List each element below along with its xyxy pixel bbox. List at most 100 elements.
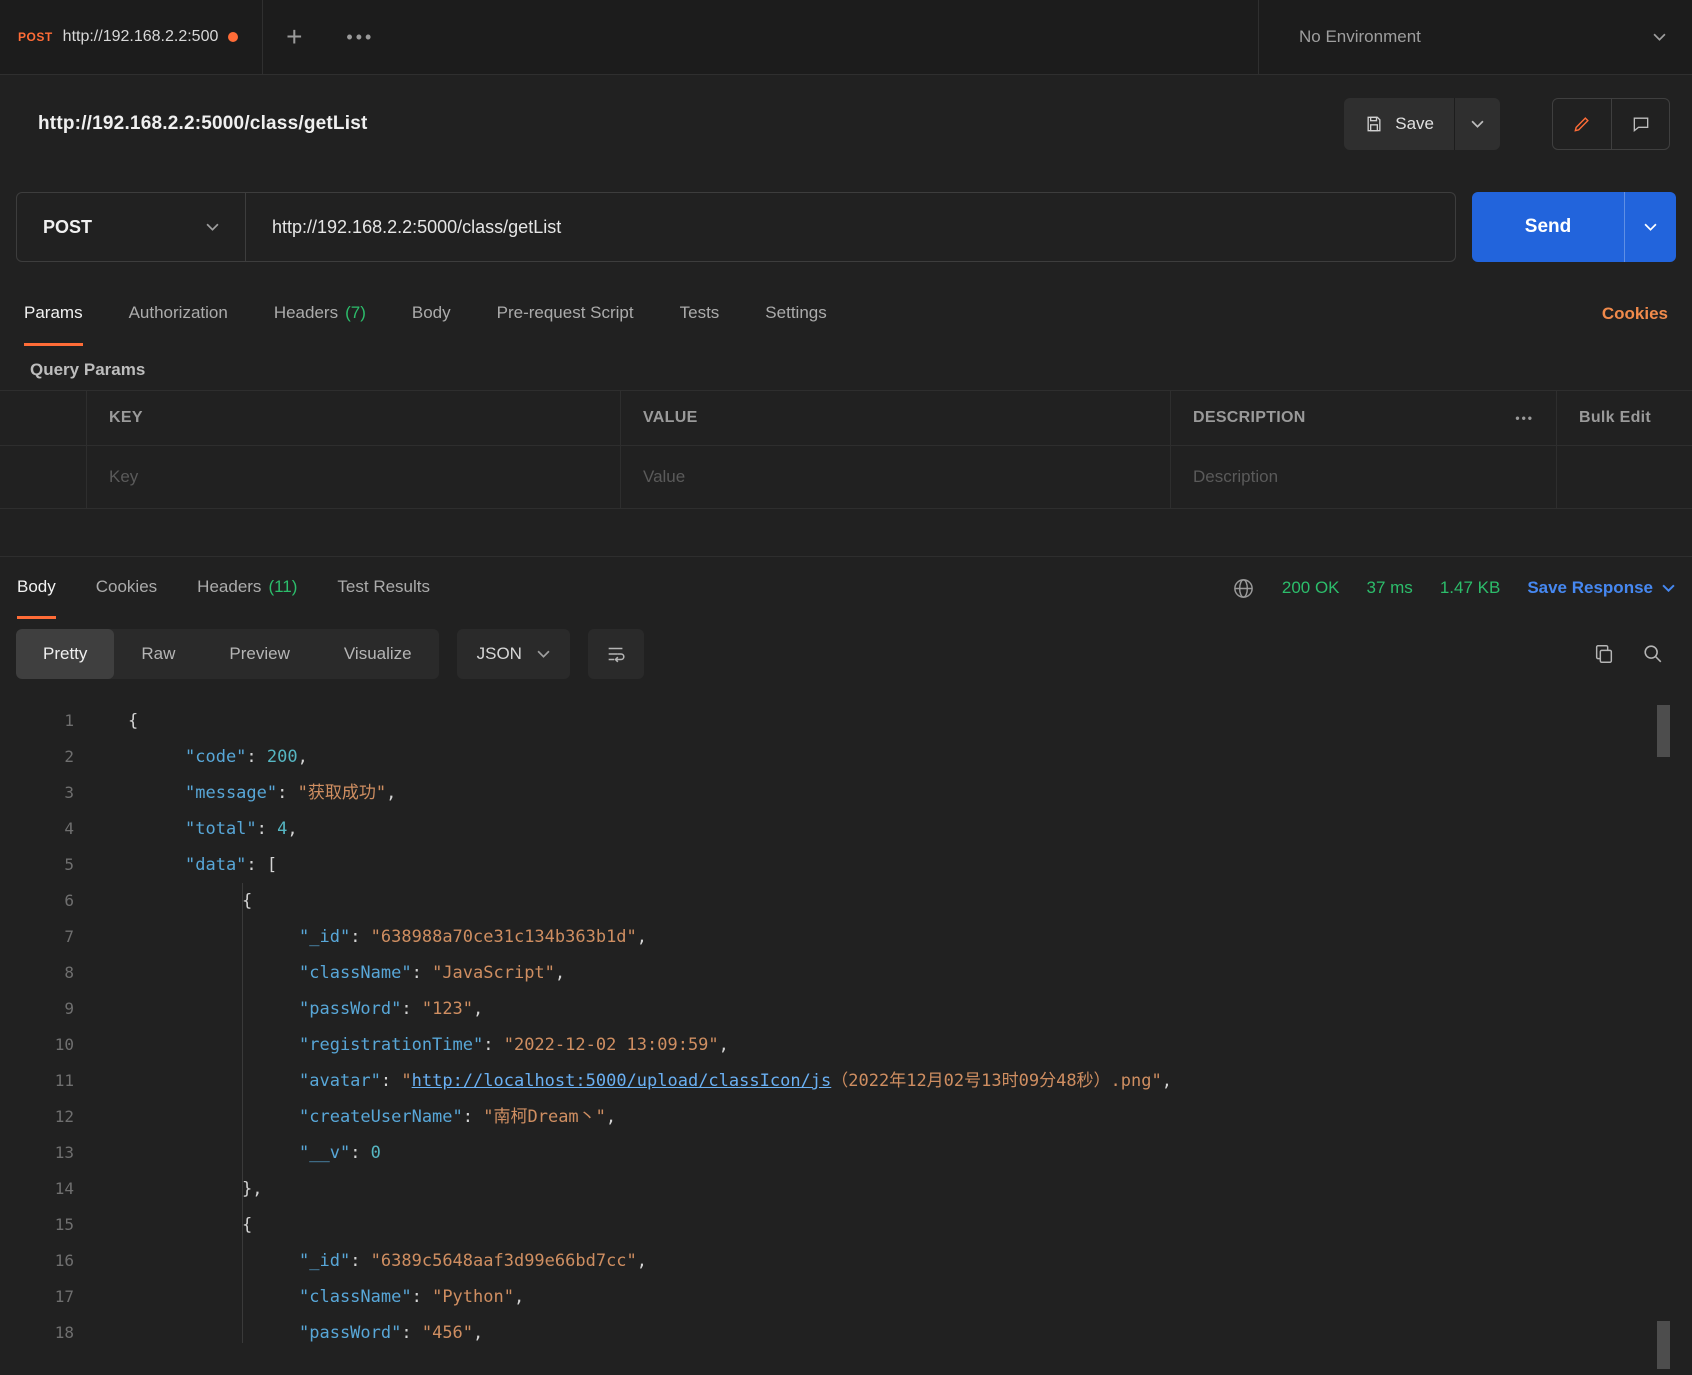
- indent-guide: [242, 883, 243, 1343]
- edit-button[interactable]: [1553, 99, 1611, 149]
- view-mode-pretty[interactable]: Pretty: [16, 629, 115, 679]
- save-options-button[interactable]: [1454, 97, 1500, 150]
- code-line: 11 "avatar": "http://localhost:5000/uploa…: [0, 1063, 1692, 1099]
- method-label: POST: [43, 216, 93, 237]
- response-toolbar: Pretty Raw Preview Visualize JSON: [0, 619, 1692, 689]
- key-column-header: KEY: [86, 391, 620, 445]
- view-mode-group: Pretty Raw Preview Visualize: [16, 629, 439, 679]
- code-token: "_id": [299, 1251, 351, 1271]
- save-response-button[interactable]: Save Response: [1527, 578, 1675, 598]
- code-line: 1{: [0, 703, 1692, 739]
- page-title: http://192.168.2.2:5000/class/getList: [38, 112, 368, 134]
- request-meta-buttons: [1552, 97, 1670, 150]
- response-tab-body[interactable]: Body: [17, 557, 56, 619]
- request-tab-settings[interactable]: Settings: [765, 282, 826, 346]
- environment-selector[interactable]: No Environment: [1258, 0, 1692, 74]
- request-tab-body[interactable]: Body: [412, 282, 451, 346]
- code-line: 15 {: [0, 1207, 1692, 1243]
- code-token: ,: [297, 747, 308, 767]
- code-token: ": [401, 1071, 412, 1091]
- tab-label: Cookies: [95, 576, 158, 596]
- line-content: "code": 200,: [88, 739, 308, 775]
- response-tab-cookies[interactable]: Cookies: [96, 557, 157, 619]
- param-key-input[interactable]: [109, 467, 598, 487]
- url-input[interactable]: [246, 192, 1456, 262]
- format-select[interactable]: JSON: [456, 629, 570, 679]
- copy-icon[interactable]: [1593, 643, 1615, 665]
- response-tabs: Body Cookies Headers (11) Test Results: [17, 557, 430, 619]
- code-token: :: [411, 963, 433, 983]
- code-token: :: [350, 1251, 371, 1271]
- send-button-group: Send: [1472, 192, 1676, 262]
- globe-icon: [1234, 578, 1253, 598]
- line-content: "message": "获取成功",: [88, 775, 396, 811]
- response-tab-headers[interactable]: Headers (11): [197, 557, 297, 619]
- environment-label: No Environment: [1299, 27, 1421, 46]
- comments-button[interactable]: [1611, 98, 1669, 149]
- select-column-header: [0, 391, 86, 445]
- tab-count: (7): [345, 302, 366, 322]
- line-content: "createUserName": "南柯Dream丶",: [88, 1099, 616, 1135]
- save-button[interactable]: Save: [1344, 98, 1454, 150]
- code-token: :: [401, 1323, 422, 1343]
- bulk-edit-button[interactable]: Bulk Edit: [1556, 391, 1692, 445]
- request-tab-tests[interactable]: Tests: [680, 282, 720, 346]
- code-token: 0: [370, 1143, 381, 1163]
- param-value-input[interactable]: [643, 467, 1148, 487]
- method-select[interactable]: POST: [16, 192, 246, 262]
- request-header-actions: Save: [1344, 97, 1670, 150]
- code-token: "data": [185, 855, 247, 875]
- code-token: ,: [718, 1035, 729, 1055]
- value-column-header: VALUE: [620, 391, 1170, 445]
- new-tab-button[interactable]: +: [263, 0, 325, 74]
- response-link[interactable]: http://localhost:5000/upload/classIcon/j…: [412, 1071, 832, 1091]
- code-token: :: [411, 1287, 433, 1307]
- code-line: 14},: [0, 1171, 1692, 1207]
- tab-url-label: http://192.168.2.2:500: [62, 28, 219, 45]
- request-tab-authorization[interactable]: Authorization: [129, 282, 228, 346]
- chevron-down-icon: [1653, 33, 1666, 41]
- code-token: "registrationTime": [299, 1035, 484, 1055]
- code-line: 16 "_id": "6389c5648aaf3d99e66bd7cc",: [0, 1243, 1692, 1279]
- tab-method-badge: POST: [18, 30, 53, 44]
- code-line: 9 "passWord": "123",: [0, 991, 1692, 1027]
- code-token: "message": [185, 783, 278, 803]
- description-header-label: DESCRIPTION: [1193, 409, 1306, 426]
- line-number: 16: [54, 1251, 74, 1270]
- send-options-button[interactable]: [1624, 192, 1676, 262]
- request-tab-headers[interactable]: Headers (7): [274, 282, 366, 346]
- view-mode-visualize[interactable]: Visualize: [317, 629, 439, 679]
- wrap-text-button[interactable]: [587, 629, 644, 679]
- status-badge: 200 OK: [1281, 578, 1340, 597]
- code-line: 18 "passWord": "456",: [0, 1315, 1692, 1351]
- scrollbar-thumb[interactable]: [1657, 705, 1670, 757]
- request-tab-params[interactable]: Params: [24, 282, 83, 346]
- code-token: "Python": [432, 1287, 514, 1307]
- line-content: "avatar": "http://localhost:5000/upload/…: [88, 1063, 1172, 1099]
- view-mode-preview[interactable]: Preview: [202, 629, 316, 679]
- cookies-link[interactable]: Cookies: [1602, 304, 1668, 324]
- open-request-tab[interactable]: POST http://192.168.2.2:500: [0, 0, 264, 74]
- line-content: "passWord": "456",: [88, 1315, 483, 1351]
- response-tab-test-results[interactable]: Test Results: [337, 557, 430, 619]
- unsaved-dot-icon: [228, 32, 239, 42]
- line-number: 8: [64, 963, 74, 982]
- code-token: "南柯Dream丶": [483, 1107, 606, 1127]
- tab-options-icon[interactable]: •••: [325, 0, 395, 74]
- code-token: "6389c5648aaf3d99e66bd7cc": [370, 1251, 637, 1271]
- code-token: "JavaScript": [432, 963, 555, 983]
- send-button[interactable]: Send: [1472, 192, 1624, 262]
- params-more-icon[interactable]: •••: [1515, 411, 1534, 425]
- line-number: 11: [54, 1071, 74, 1090]
- code-token: "avatar": [299, 1071, 381, 1091]
- request-tab-pre-request-script[interactable]: Pre-request Script: [497, 282, 634, 346]
- code-token: :: [462, 1107, 484, 1127]
- query-params-title: Query Params: [30, 360, 146, 379]
- code-token: :: [256, 819, 278, 839]
- scrollbar-thumb-bottom[interactable]: [1657, 1321, 1670, 1369]
- network-info-button[interactable]: [1232, 577, 1255, 600]
- param-description-input[interactable]: [1193, 467, 1534, 487]
- code-token: "__v": [299, 1143, 351, 1163]
- search-icon[interactable]: [1642, 643, 1664, 665]
- view-mode-raw[interactable]: Raw: [114, 629, 202, 679]
